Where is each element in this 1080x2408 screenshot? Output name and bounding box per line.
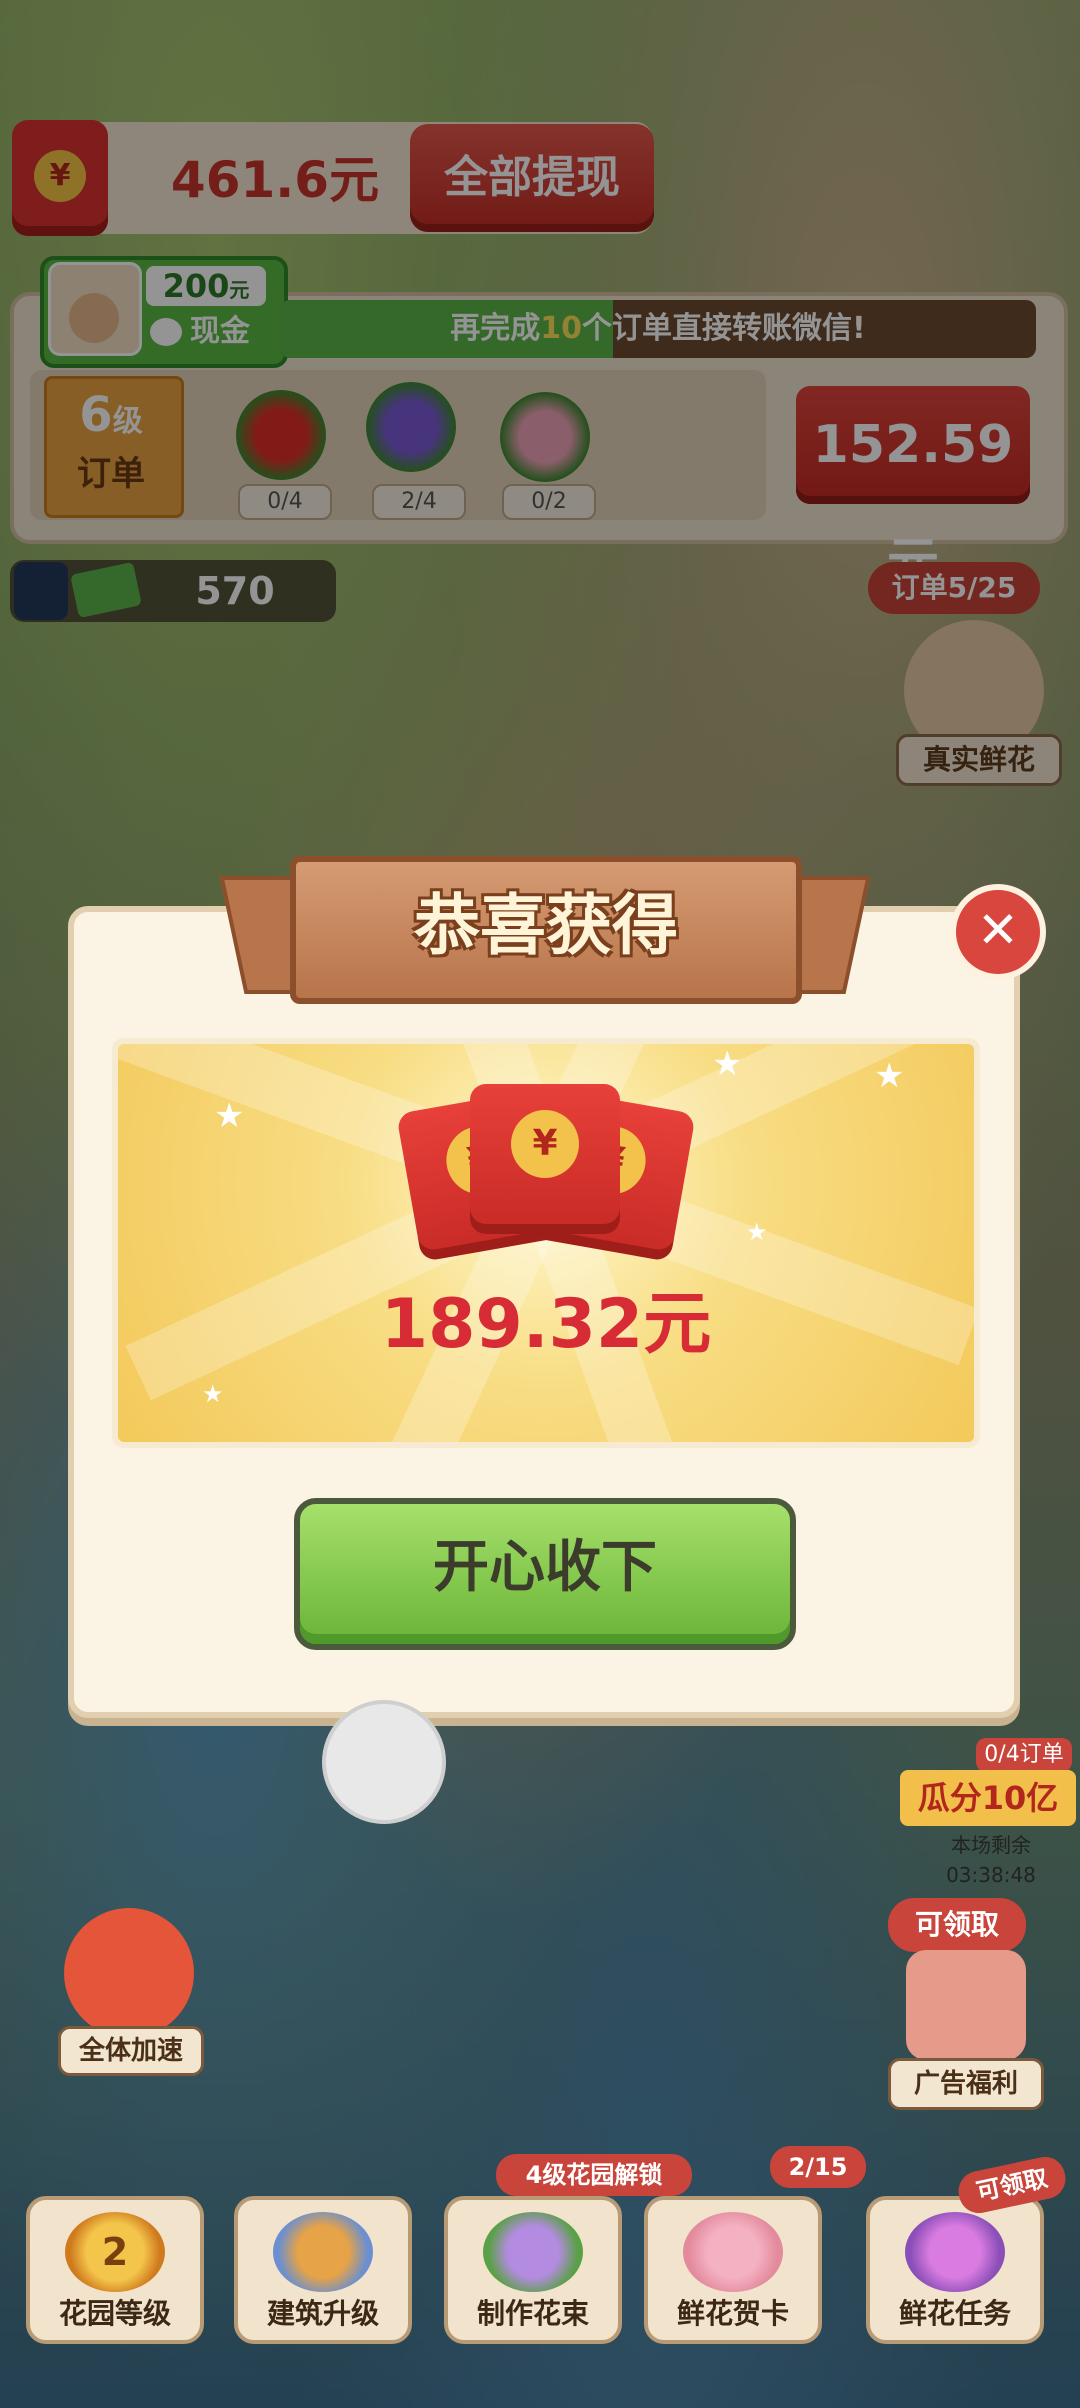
speed-up-button[interactable]: 全体加速	[58, 2026, 204, 2076]
accept-reward-button[interactable]: 开心收下	[294, 1498, 796, 1650]
nav-label: 鲜花贺卡	[676, 2297, 789, 2330]
nav-label: 鲜花任务	[898, 2297, 1011, 2330]
star-icon: ★	[214, 1096, 245, 1136]
nav-building-upgrade[interactable]: 建筑升级	[234, 2196, 412, 2344]
prize-box: ★ ★ ★ ★ ★ ¥ ¥ ¥ 189.32元	[112, 1038, 980, 1448]
nav-label: 制作花束	[476, 2297, 589, 2330]
task-book-icon	[905, 2212, 1005, 2292]
event-order-tag: 0/4订单	[976, 1738, 1072, 1772]
card-icon	[683, 2212, 783, 2292]
unlock-flag: 4级花园解锁	[496, 2154, 692, 2196]
gift-cat-icon[interactable]	[906, 1950, 1026, 2060]
nav-flower-task[interactable]: 鲜花任务	[866, 2196, 1044, 2344]
star-icon: ★	[874, 1056, 905, 1096]
nav-make-bouquet[interactable]: 制作花束	[444, 2196, 622, 2344]
event-timer: 本场剩余 03:38:48	[946, 1833, 1036, 1887]
hand-pointer-icon	[322, 1700, 446, 1824]
medal-icon: 2	[65, 2212, 165, 2292]
modal-title: 恭喜获得	[414, 887, 678, 964]
event-banner[interactable]: 瓜分10亿	[900, 1770, 1076, 1826]
nav-flower-card[interactable]: 鲜花贺卡	[644, 2196, 822, 2344]
card-progress-flag: 2/15	[770, 2146, 866, 2188]
bouquet-icon	[483, 2212, 583, 2292]
star-icon: ★	[746, 1218, 768, 1246]
close-icon[interactable]: ✕	[950, 884, 1046, 980]
star-icon: ★	[202, 1380, 224, 1408]
building-icon	[273, 2212, 373, 2292]
nav-label: 花园等级	[58, 2297, 171, 2330]
stopwatch-icon[interactable]	[64, 1908, 194, 2038]
nav-label: 建筑升级	[266, 2297, 379, 2330]
star-icon: ★	[712, 1044, 743, 1084]
ad-bonus-button[interactable]: 广告福利	[888, 2058, 1044, 2110]
claim-badge[interactable]: 可领取	[888, 1898, 1026, 1952]
nav-garden-level[interactable]: 2 花园等级	[26, 2196, 204, 2344]
red-envelope-icon: ¥	[470, 1084, 620, 1234]
prize-amount: 189.32元	[380, 1285, 712, 1364]
